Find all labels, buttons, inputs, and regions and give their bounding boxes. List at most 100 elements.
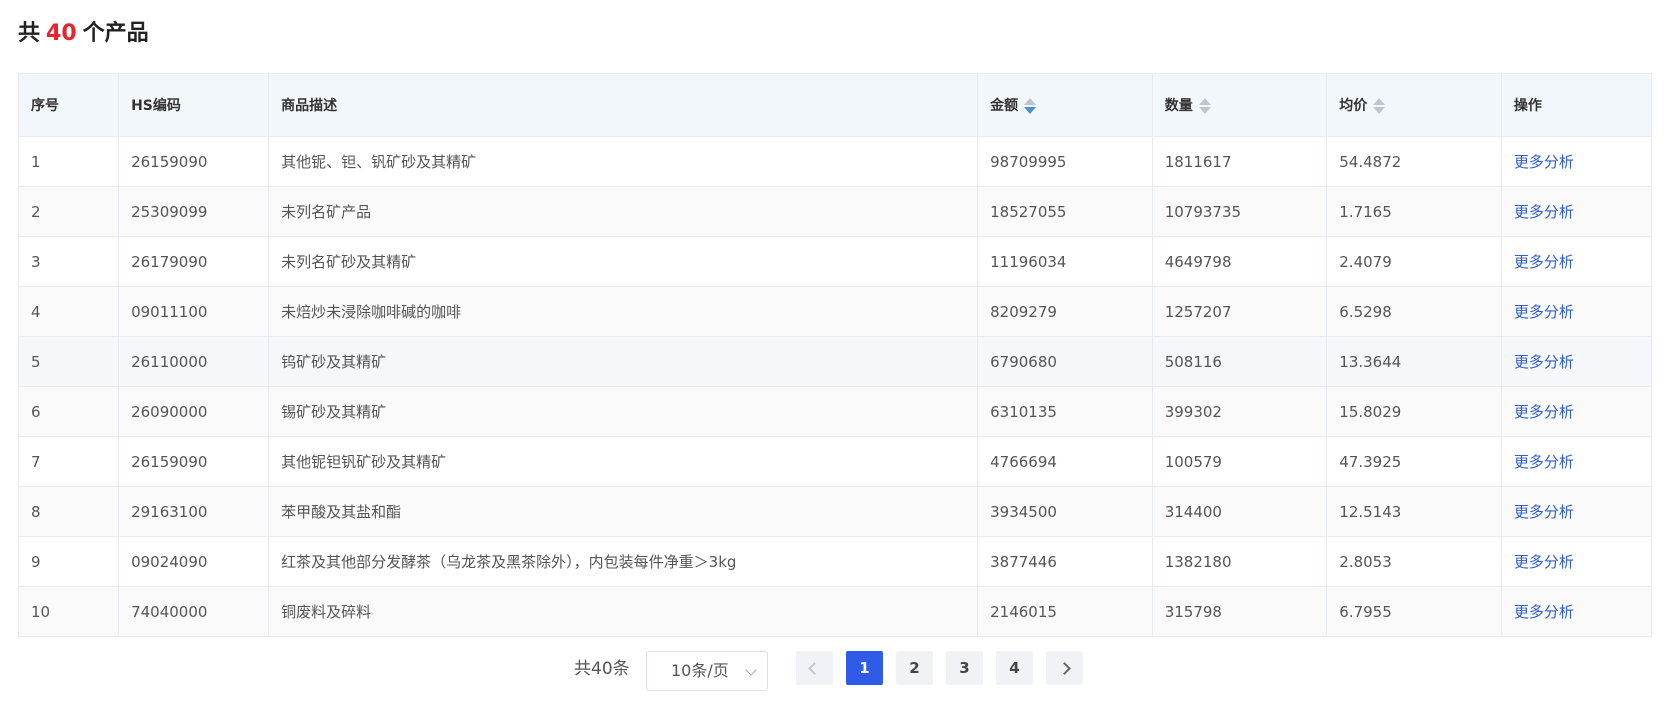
cell-no: 1 <box>17 136 120 187</box>
cell-no: 3 <box>17 236 120 287</box>
table-header-row: 序号 HS编码 商品描述 金额 数量 均价 操作 <box>17 73 1653 137</box>
cell-amount: 4766694 <box>977 436 1153 487</box>
table-row: 7 26159090 其他铌钽钒矿砂及其精矿 4766694 100579 47… <box>17 436 1653 487</box>
cell-avg: 12.5143 <box>1326 486 1502 537</box>
cell-hs: 26179090 <box>118 236 270 287</box>
table-row: 2 25309099 未列名矿产品 18527055 10793735 1.71… <box>17 186 1653 237</box>
chevron-right-icon <box>1058 662 1071 675</box>
product-count: 40 <box>46 21 77 46</box>
cell-qty: 100579 <box>1151 436 1328 487</box>
chevron-down-icon <box>745 664 757 676</box>
cell-qty: 1257207 <box>1151 286 1328 337</box>
cell-no: 2 <box>17 186 120 237</box>
cell-action: 更多分析 <box>1500 436 1653 487</box>
cell-desc: 铜废料及碎料 <box>268 586 979 637</box>
cell-action: 更多分析 <box>1500 236 1653 287</box>
table-row: 4 09011100 未焙炒未浸除咖啡碱的咖啡 8209279 1257207 … <box>17 286 1653 337</box>
col-header-avg[interactable]: 均价 <box>1326 73 1502 137</box>
col-header-hs: HS编码 <box>118 73 270 137</box>
page-button-3[interactable]: 3 <box>946 651 983 685</box>
cell-desc: 其他铌钽钒矿砂及其精矿 <box>268 436 979 487</box>
cell-no: 7 <box>17 436 120 487</box>
cell-qty: 508116 <box>1151 336 1328 387</box>
more-analysis-link[interactable]: 更多分析 <box>1514 353 1574 371</box>
sort-icon[interactable] <box>1024 97 1037 115</box>
col-header-avg-label: 均价 <box>1339 98 1368 114</box>
cell-hs: 09024090 <box>118 536 270 587</box>
cell-hs: 26159090 <box>118 136 270 187</box>
cell-qty: 4649798 <box>1151 236 1328 287</box>
cell-amount: 98709995 <box>977 136 1153 187</box>
cell-desc: 未焙炒未浸除咖啡碱的咖啡 <box>268 286 979 337</box>
cell-no: 10 <box>17 586 120 637</box>
title-prefix: 共 <box>18 21 41 46</box>
cell-amount: 18527055 <box>977 186 1153 237</box>
cell-desc: 红茶及其他部分发酵茶（乌龙茶及黑茶除外），内包装每件净重＞3kg <box>268 536 979 587</box>
cell-hs: 74040000 <box>118 586 270 637</box>
more-analysis-link[interactable]: 更多分析 <box>1514 503 1574 521</box>
cell-desc: 锡矿砂及其精矿 <box>268 386 979 437</box>
page-button-2[interactable]: 2 <box>896 651 933 685</box>
table-row: 3 26179090 未列名矿砂及其精矿 11196034 4649798 2.… <box>17 236 1653 287</box>
cell-action: 更多分析 <box>1500 186 1653 237</box>
cell-amount: 3877446 <box>977 536 1153 587</box>
cell-avg: 54.4872 <box>1326 136 1502 187</box>
more-analysis-link[interactable]: 更多分析 <box>1514 553 1574 571</box>
cell-no: 5 <box>17 336 120 387</box>
cell-amount: 2146015 <box>977 586 1153 637</box>
cell-amount: 6790680 <box>977 336 1153 387</box>
cell-desc: 其他铌、钽、钒矿砂及其精矿 <box>268 136 979 187</box>
cell-action: 更多分析 <box>1500 336 1653 387</box>
cell-avg: 2.8053 <box>1326 536 1502 587</box>
cell-action: 更多分析 <box>1500 486 1653 537</box>
cell-desc: 钨矿砂及其精矿 <box>268 336 979 387</box>
cell-avg: 15.8029 <box>1326 386 1502 437</box>
more-analysis-link[interactable]: 更多分析 <box>1514 253 1574 271</box>
cell-desc: 未列名矿产品 <box>268 186 979 237</box>
prev-page-button[interactable] <box>796 651 833 685</box>
more-analysis-link[interactable]: 更多分析 <box>1514 603 1574 621</box>
cell-desc: 苯甲酸及其盐和酯 <box>268 486 979 537</box>
next-page-button[interactable] <box>1046 651 1083 685</box>
cell-avg: 13.3644 <box>1326 336 1502 387</box>
table-row: 10 74040000 铜废料及碎料 2146015 315798 6.7955… <box>17 586 1653 637</box>
more-analysis-link[interactable]: 更多分析 <box>1514 153 1574 171</box>
cell-action: 更多分析 <box>1500 536 1653 587</box>
more-analysis-link[interactable]: 更多分析 <box>1514 453 1574 471</box>
cell-no: 9 <box>17 536 120 587</box>
page-size-select[interactable]: 10条/页 <box>646 651 768 691</box>
pagination: 共40条 10条/页 1 2 3 4 <box>0 651 1671 693</box>
sort-icon[interactable] <box>1198 97 1211 115</box>
page-title: 共 40 个产品 <box>18 18 149 50</box>
cell-hs: 26090000 <box>118 386 270 437</box>
cell-hs: 29163100 <box>118 486 270 537</box>
table-row: 8 29163100 苯甲酸及其盐和酯 3934500 314400 12.51… <box>17 486 1653 537</box>
sort-icon[interactable] <box>1373 97 1386 115</box>
cell-qty: 1811617 <box>1151 136 1328 187</box>
col-header-qty-label: 数量 <box>1164 98 1193 114</box>
cell-amount: 8209279 <box>977 286 1153 337</box>
cell-hs: 26110000 <box>118 336 270 387</box>
cell-desc: 未列名矿砂及其精矿 <box>268 236 979 287</box>
more-analysis-link[interactable]: 更多分析 <box>1514 403 1574 421</box>
cell-qty: 314400 <box>1151 486 1328 537</box>
cell-amount: 11196034 <box>977 236 1153 287</box>
cell-qty: 399302 <box>1151 386 1328 437</box>
col-header-qty[interactable]: 数量 <box>1151 73 1328 137</box>
more-analysis-link[interactable]: 更多分析 <box>1514 203 1574 221</box>
table-row: 9 09024090 红茶及其他部分发酵茶（乌龙茶及黑茶除外），内包装每件净重＞… <box>17 536 1653 587</box>
col-header-amount[interactable]: 金额 <box>977 73 1153 137</box>
cell-amount: 3934500 <box>977 486 1153 537</box>
cell-hs: 26159090 <box>118 436 270 487</box>
cell-no: 4 <box>17 286 120 337</box>
cell-action: 更多分析 <box>1500 286 1653 337</box>
total-count: 共40条 <box>574 659 630 679</box>
cell-avg: 6.5298 <box>1326 286 1502 337</box>
page-button-1[interactable]: 1 <box>846 651 883 685</box>
cell-avg: 2.4079 <box>1326 236 1502 287</box>
cell-no: 6 <box>17 386 120 437</box>
col-header-desc: 商品描述 <box>268 73 979 137</box>
more-analysis-link[interactable]: 更多分析 <box>1514 303 1574 321</box>
cell-qty: 10793735 <box>1151 186 1328 237</box>
page-button-4[interactable]: 4 <box>996 651 1033 685</box>
